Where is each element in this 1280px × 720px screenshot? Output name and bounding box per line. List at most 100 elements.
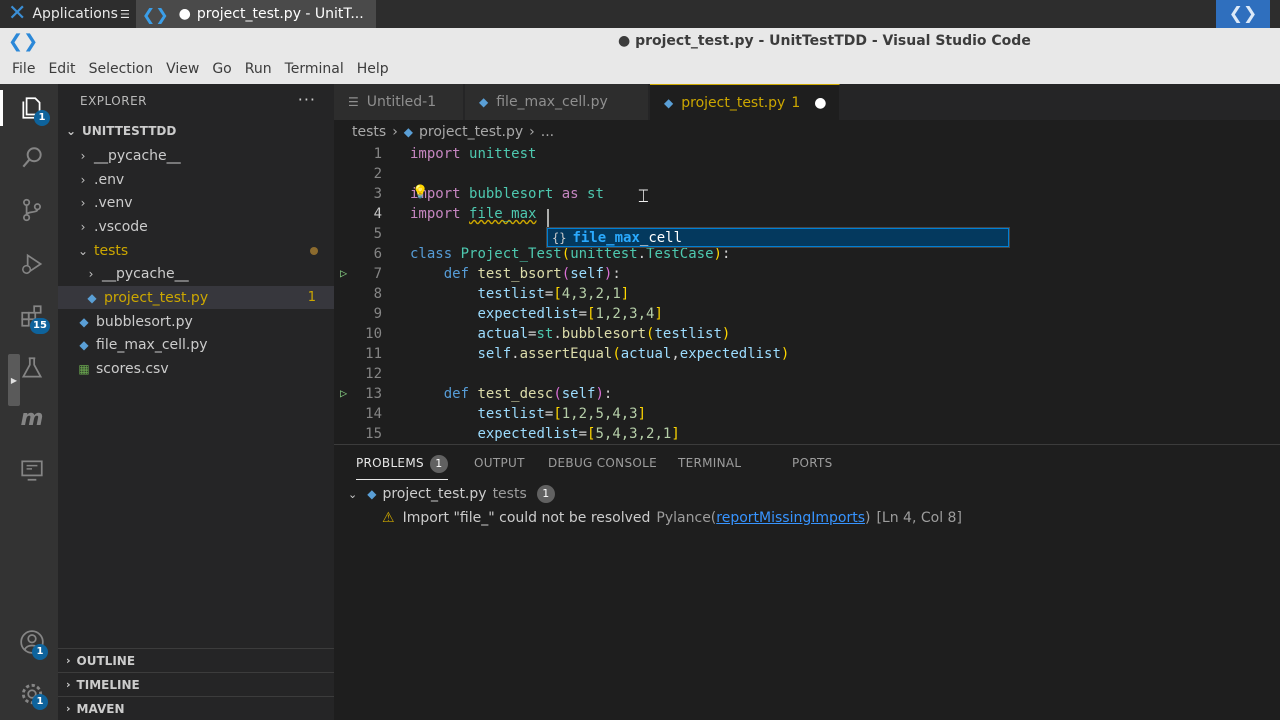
tree-item-tests-folder[interactable]: ⌄ tests: [58, 239, 334, 262]
tree-item-vscode[interactable]: › .vscode: [58, 215, 334, 238]
manage-badge: 1: [32, 694, 48, 710]
menu-run[interactable]: Run: [245, 61, 272, 77]
tab-untitled-1[interactable]: ☰ Untitled-1: [334, 84, 464, 120]
code-text: def test_desc(self):: [443, 386, 613, 402]
code-line-2: 2: [334, 164, 1280, 184]
section-label: MAVEN: [76, 701, 125, 716]
tab-problems[interactable]: PROBLEMS 1: [356, 455, 448, 480]
remote-explorer-activity-button[interactable]: [14, 452, 50, 488]
suggestion-item[interactable]: {} file_max _cell: [547, 228, 1009, 247]
breadcrumb-symbol[interactable]: ...: [541, 124, 554, 140]
tree-item-bubblesort[interactable]: ◆ bubblesort.py: [58, 310, 334, 333]
chevron-right-icon: ›: [392, 124, 398, 140]
applications-menu-button[interactable]: ✕ Applications ☰: [0, 0, 136, 28]
code-line-7: ▷ 7 def test_bsort(self):: [334, 264, 1280, 284]
python-file-icon: ◆: [79, 337, 89, 352]
menu-view[interactable]: View: [166, 61, 199, 77]
code-line-11: 11 self.assertEqual(actual,expectedlist): [334, 344, 1280, 364]
code-text: import unittest: [410, 146, 537, 162]
timeline-section-header[interactable]: › TIMELINE: [58, 672, 334, 696]
run-debug-icon: [22, 253, 43, 275]
problem-source: Pylance(: [656, 510, 717, 526]
code-text: expectedlist=[5,4,3,2,1]: [477, 426, 680, 442]
csv-file-icon: ▦: [78, 361, 90, 376]
tab-output[interactable]: OUTPUT: [474, 456, 525, 470]
tree-item-pycache-root[interactable]: › __pycache__: [58, 144, 334, 167]
explorer-sidebar: EXPLORER ··· ⌄ UNITTESTTDD › __pycache__…: [58, 84, 334, 720]
vscode-tray-icon: ❮❯: [1228, 4, 1258, 24]
suggestion-rest: _cell: [639, 229, 683, 246]
line-number: 2: [373, 166, 382, 182]
tree-item-label: .env: [94, 171, 125, 188]
xfce-logo-icon: ✕: [8, 1, 27, 26]
menu-file[interactable]: File: [12, 61, 35, 77]
tree-item-file-max-cell[interactable]: ◆ file_max_cell.py: [58, 333, 334, 356]
tree-item-venv[interactable]: › .venv: [58, 191, 334, 214]
active-view-indicator: [0, 90, 3, 126]
extensions-badge: 15: [30, 318, 50, 334]
maven-section-header[interactable]: › MAVEN: [58, 696, 334, 720]
code-editor[interactable]: 1 import unittest 2 3 import bubblesort …: [334, 144, 1280, 444]
problems-file-group[interactable]: ⌄ ◆ project_test.py tests 1: [348, 483, 555, 505]
workspace-root-folder[interactable]: ⌄ UNITTESTTDD: [58, 119, 334, 142]
tree-item-project-test[interactable]: ◆ project_test.py 1: [58, 286, 334, 309]
editor-tab-bar: ☰ Untitled-1 ◆ file_max_cell.py ◆ projec…: [334, 84, 1280, 120]
lightbulb-icon[interactable]: 💡: [412, 185, 428, 200]
problem-file-folder: tests: [492, 486, 527, 502]
tab-label: Untitled-1: [366, 94, 437, 110]
code-text: actual=st.bubblesort(testlist): [477, 326, 731, 342]
tab-project-test[interactable]: ◆ project_test.py 1 ●: [650, 84, 840, 120]
maven-activity-button[interactable]: m: [14, 400, 50, 436]
tree-item-env[interactable]: › .env: [58, 168, 334, 191]
explorer-activity-button[interactable]: 1: [14, 90, 50, 126]
chevron-right-icon: ›: [80, 172, 86, 187]
tray-vscode-button[interactable]: ❮❯: [1216, 0, 1270, 28]
problem-source-end: ): [865, 510, 871, 526]
chevron-right-icon: ›: [80, 148, 86, 163]
chevron-down-icon: ⌄: [77, 243, 89, 258]
outline-section-header[interactable]: › OUTLINE: [58, 648, 334, 672]
breadcrumb-folder[interactable]: tests: [352, 124, 386, 140]
chevron-right-icon: ›: [80, 195, 86, 210]
extensions-activity-button[interactable]: 15: [14, 298, 50, 334]
accounts-activity-button[interactable]: 1: [14, 624, 50, 660]
menu-edit[interactable]: Edit: [48, 61, 75, 77]
text-file-icon: ☰: [348, 95, 359, 109]
menu-help[interactable]: Help: [357, 61, 389, 77]
menu-terminal[interactable]: Terminal: [285, 61, 344, 77]
tree-item-label: __pycache__: [94, 147, 181, 164]
code-line-15: 15 expectedlist=[5,4,3,2,1]: [334, 424, 1280, 444]
tree-item-pycache-tests[interactable]: › __pycache__: [58, 262, 334, 285]
tree-item-scores-csv[interactable]: ▦ scores.csv: [58, 357, 334, 380]
menu-selection[interactable]: Selection: [89, 61, 154, 77]
window-titlebar: ❮❯ ● project_test.py - UnitTestTDD - Vis…: [0, 28, 1280, 54]
tab-file-max-cell[interactable]: ◆ file_max_cell.py: [465, 84, 649, 120]
line-number: 7: [373, 266, 382, 282]
problem-location: [Ln 4, Col 8]: [876, 510, 962, 526]
problem-rule-link[interactable]: reportMissingImports: [716, 510, 865, 526]
tab-problem-count: 1: [791, 94, 801, 111]
collapse-handle[interactable]: ▶: [8, 354, 20, 406]
search-activity-button[interactable]: [14, 140, 50, 176]
source-control-activity-button[interactable]: [14, 192, 50, 228]
tab-terminal[interactable]: TERMINAL: [678, 456, 741, 470]
unsaved-dot-icon[interactable]: ●: [814, 95, 826, 111]
activity-bar: 1 15 ▶ m 1 1: [0, 84, 58, 720]
line-number: 10: [365, 326, 382, 342]
vscode-logo-icon: ❮❯: [8, 31, 39, 52]
chevron-down-icon: ⌄: [348, 487, 358, 501]
taskbar-window-button[interactable]: ❮❯ ● project_test.py - UnitT...: [135, 0, 376, 28]
python-file-icon: ◆: [87, 290, 97, 305]
window-title: ● project_test.py - UnitTestTDD - Visual…: [618, 33, 1031, 49]
code-text: import bubblesort as st: [410, 186, 604, 202]
remote-explorer-icon: [21, 460, 43, 481]
tab-ports[interactable]: PORTS: [792, 456, 833, 470]
problem-item[interactable]: ⚠ Import "file_" could not be resolved P…: [382, 507, 962, 529]
run-debug-activity-button[interactable]: [14, 246, 50, 282]
explorer-more-actions-button[interactable]: ···: [298, 90, 316, 109]
breadcrumb-file[interactable]: project_test.py: [419, 124, 523, 140]
manage-activity-button[interactable]: 1: [14, 676, 50, 712]
tab-debug-console[interactable]: DEBUG CONSOLE: [548, 456, 657, 470]
code-line-13: ▷ 13 def test_desc(self):: [334, 384, 1280, 404]
menu-go[interactable]: Go: [212, 61, 231, 77]
